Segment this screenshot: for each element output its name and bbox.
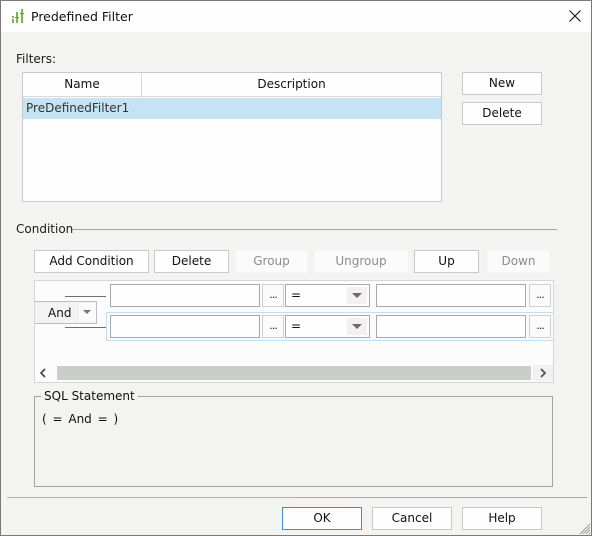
left-ellipsis-button[interactable]: ... xyxy=(262,284,284,307)
chevron-down-icon xyxy=(347,287,367,304)
condition-row: ... = ... xyxy=(106,281,554,310)
cell-description xyxy=(142,98,441,119)
scroll-left-button[interactable] xyxy=(35,365,55,381)
condition-label: Condition xyxy=(16,222,74,236)
group-button[interactable]: Group xyxy=(235,250,308,273)
ok-button[interactable]: OK xyxy=(282,507,362,530)
chevron-right-icon xyxy=(540,368,547,378)
condition-editor: And ... = ... ... = ... xyxy=(34,280,554,383)
left-value-input[interactable] xyxy=(110,284,260,307)
close-button[interactable] xyxy=(561,4,589,28)
logic-operator-value: And xyxy=(48,306,72,320)
help-button[interactable]: Help xyxy=(462,507,542,530)
logic-operator-dropdown[interactable]: And xyxy=(35,301,97,324)
connector-line xyxy=(65,296,106,297)
filters-table: Name Description PreDefinedFilter1 xyxy=(22,72,442,202)
horizontal-scrollbar[interactable] xyxy=(35,365,553,381)
chevron-left-icon xyxy=(39,368,46,378)
right-value-input[interactable] xyxy=(376,284,526,307)
column-header-name[interactable]: Name xyxy=(23,73,141,97)
resize-grip-icon[interactable] xyxy=(577,521,591,535)
condition-row: ... = ... xyxy=(106,312,554,341)
operator-value: = xyxy=(291,319,302,333)
table-header: Name Description xyxy=(23,73,441,97)
scrollbar-thumb[interactable] xyxy=(57,366,531,380)
right-ellipsis-button[interactable]: ... xyxy=(529,284,551,307)
cancel-button[interactable]: Cancel xyxy=(372,507,452,530)
window-title: Predefined Filter xyxy=(31,9,133,24)
sql-statement-group: SQL Statement ( = And = ) xyxy=(34,389,553,487)
delete-condition-button[interactable]: Delete xyxy=(154,250,229,273)
scroll-right-button[interactable] xyxy=(533,365,553,381)
chevron-down-icon xyxy=(79,303,96,322)
right-value-input[interactable] xyxy=(376,315,526,338)
condition-separator xyxy=(72,229,557,230)
title-bar: Predefined Filter xyxy=(1,1,591,32)
filters-label: Filters: xyxy=(16,52,57,66)
footer-separator xyxy=(297,497,587,498)
chevron-down-icon xyxy=(347,318,367,335)
predefined-filter-dialog: Predefined Filter Filters: Name Descript… xyxy=(0,0,592,536)
footer-separator xyxy=(7,497,297,498)
left-ellipsis-button[interactable]: ... xyxy=(262,315,284,338)
operator-dropdown[interactable]: = xyxy=(285,315,370,338)
table-row[interactable]: PreDefinedFilter1 xyxy=(23,98,441,119)
right-ellipsis-button[interactable]: ... xyxy=(529,315,551,338)
sql-statement-text: ( = And = ) xyxy=(42,412,119,426)
operator-value: = xyxy=(291,288,302,302)
down-button[interactable]: Down xyxy=(487,250,550,273)
cell-name: PreDefinedFilter1 xyxy=(26,101,130,115)
operator-dropdown[interactable]: = xyxy=(285,284,370,307)
column-header-description[interactable]: Description xyxy=(142,73,441,97)
close-icon xyxy=(569,10,581,22)
left-value-input[interactable] xyxy=(110,315,260,338)
new-filter-button[interactable]: New xyxy=(462,72,542,95)
delete-filter-button[interactable]: Delete xyxy=(462,102,542,125)
add-condition-button[interactable]: Add Condition xyxy=(34,250,149,273)
sql-statement-label: SQL Statement xyxy=(41,389,138,403)
connector-line xyxy=(65,327,107,328)
filter-bars-icon xyxy=(12,9,24,23)
ungroup-button[interactable]: Ungroup xyxy=(314,250,408,273)
up-button[interactable]: Up xyxy=(414,250,479,273)
